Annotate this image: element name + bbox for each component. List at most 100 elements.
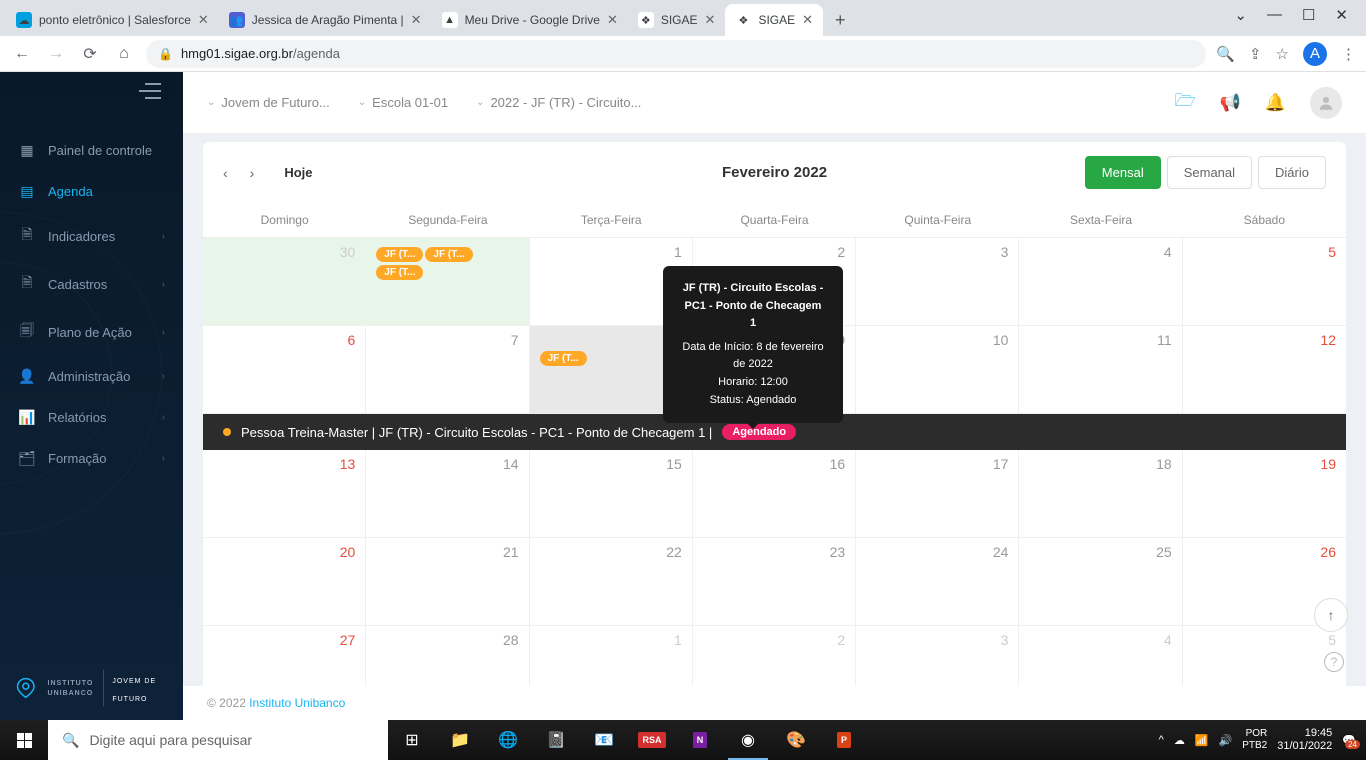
sidebar-item[interactable]: 🗎Indicadores› [0,212,183,260]
calendar-cell[interactable]: 25 [1019,538,1182,625]
calendar-cell[interactable]: 11 [1019,326,1182,413]
view-day-button[interactable]: Diário [1258,156,1326,189]
taskbar-app[interactable]: N [676,720,724,760]
event-pill[interactable]: JF (T... [376,265,423,280]
calendar-prev-button[interactable]: ‹ [223,165,228,181]
taskbar-app[interactable]: 📁 [436,720,484,760]
taskbar-app[interactable]: ◉ [724,720,772,760]
language-indicator[interactable]: PORPTB2 [1242,728,1267,752]
tab-close-icon[interactable]: ✕ [802,12,813,28]
calendar-cell[interactable]: 5 [1183,238,1346,325]
view-month-button[interactable]: Mensal [1085,156,1161,189]
browser-tab[interactable]: ❖SIGAE✕ [628,4,726,36]
breadcrumb-2[interactable]: ⌄Escola 01-01 [358,95,448,110]
calendar-next-button[interactable]: › [250,165,255,181]
calendar-cell[interactable]: 3 [856,626,1019,686]
bookmark-star-icon[interactable]: ☆ [1276,45,1289,63]
event-pill[interactable]: JF (T... [425,247,472,262]
browser-tab[interactable]: ▲Meu Drive - Google Drive✕ [432,4,628,36]
profile-avatar[interactable]: A [1303,42,1327,66]
calendar-cell[interactable]: 5 [1183,626,1346,686]
calendar-cell[interactable]: 12 [1183,326,1346,413]
clock[interactable]: 19:4531/01/2022 [1277,727,1332,753]
calendar-cell[interactable]: 1 [530,626,693,686]
calendar-cell[interactable]: 13 [203,450,366,537]
onedrive-icon[interactable]: ☁ [1174,734,1185,747]
calendar-cell[interactable]: 3 [856,238,1019,325]
window-close-icon[interactable]: ✕ [1335,6,1348,24]
scroll-top-button[interactable]: ↑ [1314,598,1348,632]
sidebar-item[interactable]: 🗎Cadastros› [0,260,183,308]
browser-tab[interactable]: 👥Jessica de Aragão Pimenta |✕ [219,4,432,36]
tab-close-icon[interactable]: ✕ [198,12,209,28]
calendar-cell[interactable]: 17 [856,450,1019,537]
calendar-cell[interactable]: 23 [693,538,856,625]
start-button[interactable] [0,720,48,760]
calendar-cell[interactable]: 21 [366,538,529,625]
taskbar-app[interactable]: P [820,720,868,760]
reload-button[interactable]: ⟳ [78,44,102,64]
calendar-cell[interactable]: 7 [366,326,529,413]
event-pill[interactable]: JF (T... [376,247,423,262]
taskbar-app[interactable]: RSA [628,720,676,760]
notifications-icon[interactable]: 🔔 [1265,93,1286,113]
announcements-icon[interactable]: 📢 [1220,93,1241,113]
sidebar-item[interactable]: 🗂Formação› [0,438,183,479]
calendar-cell[interactable]: JF (T...JF (T...JF (T... [366,238,529,325]
calendar-cell[interactable]: 15 [530,450,693,537]
taskbar-app[interactable]: 📓 [532,720,580,760]
window-minimize-icon[interactable]: — [1267,6,1282,24]
new-tab-button[interactable]: + [823,10,858,31]
browser-tab[interactable]: ❖SIGAE✕ [725,4,823,36]
sidebar-item[interactable]: 🗐Plano de Ação› [0,308,183,356]
calendar-cell[interactable]: 4 [1019,238,1182,325]
calendar-cell[interactable]: 28 [366,626,529,686]
tab-close-icon[interactable]: ✕ [607,12,618,28]
taskbar-app[interactable]: 📧 [580,720,628,760]
volume-icon[interactable]: 🔊 [1219,734,1233,747]
forward-button[interactable]: → [44,45,68,63]
taskbar-app[interactable]: 🌐 [484,720,532,760]
sidebar-item[interactable]: 📊Relatórios› [0,397,183,438]
calendar-cell[interactable]: 22 [530,538,693,625]
network-icon[interactable]: 📶 [1195,734,1209,747]
folder-icon[interactable]: 🗁 [1175,88,1196,117]
home-button[interactable]: ⌂ [112,45,136,63]
taskbar-search[interactable]: 🔍 Digite aqui para pesquisar [48,720,388,760]
search-icon[interactable]: 🔍 [1216,45,1235,63]
tab-close-icon[interactable]: ✕ [705,12,716,28]
calendar-cell[interactable]: 4 [1019,626,1182,686]
tab-close-icon[interactable]: ✕ [411,12,422,28]
share-icon[interactable]: ⇪ [1249,45,1262,63]
calendar-cell[interactable]: 16 [693,450,856,537]
calendar-cell[interactable]: 27 [203,626,366,686]
event-pill[interactable]: JF (T... [540,351,587,366]
calendar-cell[interactable]: 30 [203,238,366,325]
today-button[interactable]: Hoje [284,165,312,180]
calendar-cell[interactable]: 14 [366,450,529,537]
sidebar-item[interactable]: ▦Painel de controle [0,130,183,171]
kebab-menu-icon[interactable]: ⋮ [1341,45,1356,63]
footer-link[interactable]: Instituto Unibanco [249,696,345,710]
menu-toggle-button[interactable] [117,72,183,110]
browser-tab[interactable]: ☁ponto eletrônico | Salesforce✕ [6,4,219,36]
calendar-cell[interactable]: 24 [856,538,1019,625]
taskbar-app[interactable]: ⊞ [388,720,436,760]
window-maximize-icon[interactable]: ☐ [1302,6,1315,24]
sidebar-item[interactable]: ▤Agenda [0,171,183,212]
back-button[interactable]: ← [10,45,34,63]
calendar-cell[interactable]: 2 [693,626,856,686]
breadcrumb-1[interactable]: ⌄Jovem de Futuro... [207,95,330,110]
calendar-cell[interactable]: 10 [856,326,1019,413]
breadcrumb-3[interactable]: ⌄2022 - JF (TR) - Circuito... [476,95,641,110]
tray-overflow-icon[interactable]: ^ [1159,734,1164,746]
calendar-cell[interactable]: 20 [203,538,366,625]
calendar-cell[interactable]: 18 [1019,450,1182,537]
sidebar-item[interactable]: 👤Administração› [0,356,183,397]
taskbar-app[interactable]: 🎨 [772,720,820,760]
user-avatar[interactable] [1310,87,1342,119]
calendar-cell[interactable]: 19 [1183,450,1346,537]
url-input[interactable]: 🔒 hmg01.sigae.org.br/agenda [146,40,1206,68]
calendar-cell[interactable]: 6 [203,326,366,413]
view-week-button[interactable]: Semanal [1167,156,1252,189]
